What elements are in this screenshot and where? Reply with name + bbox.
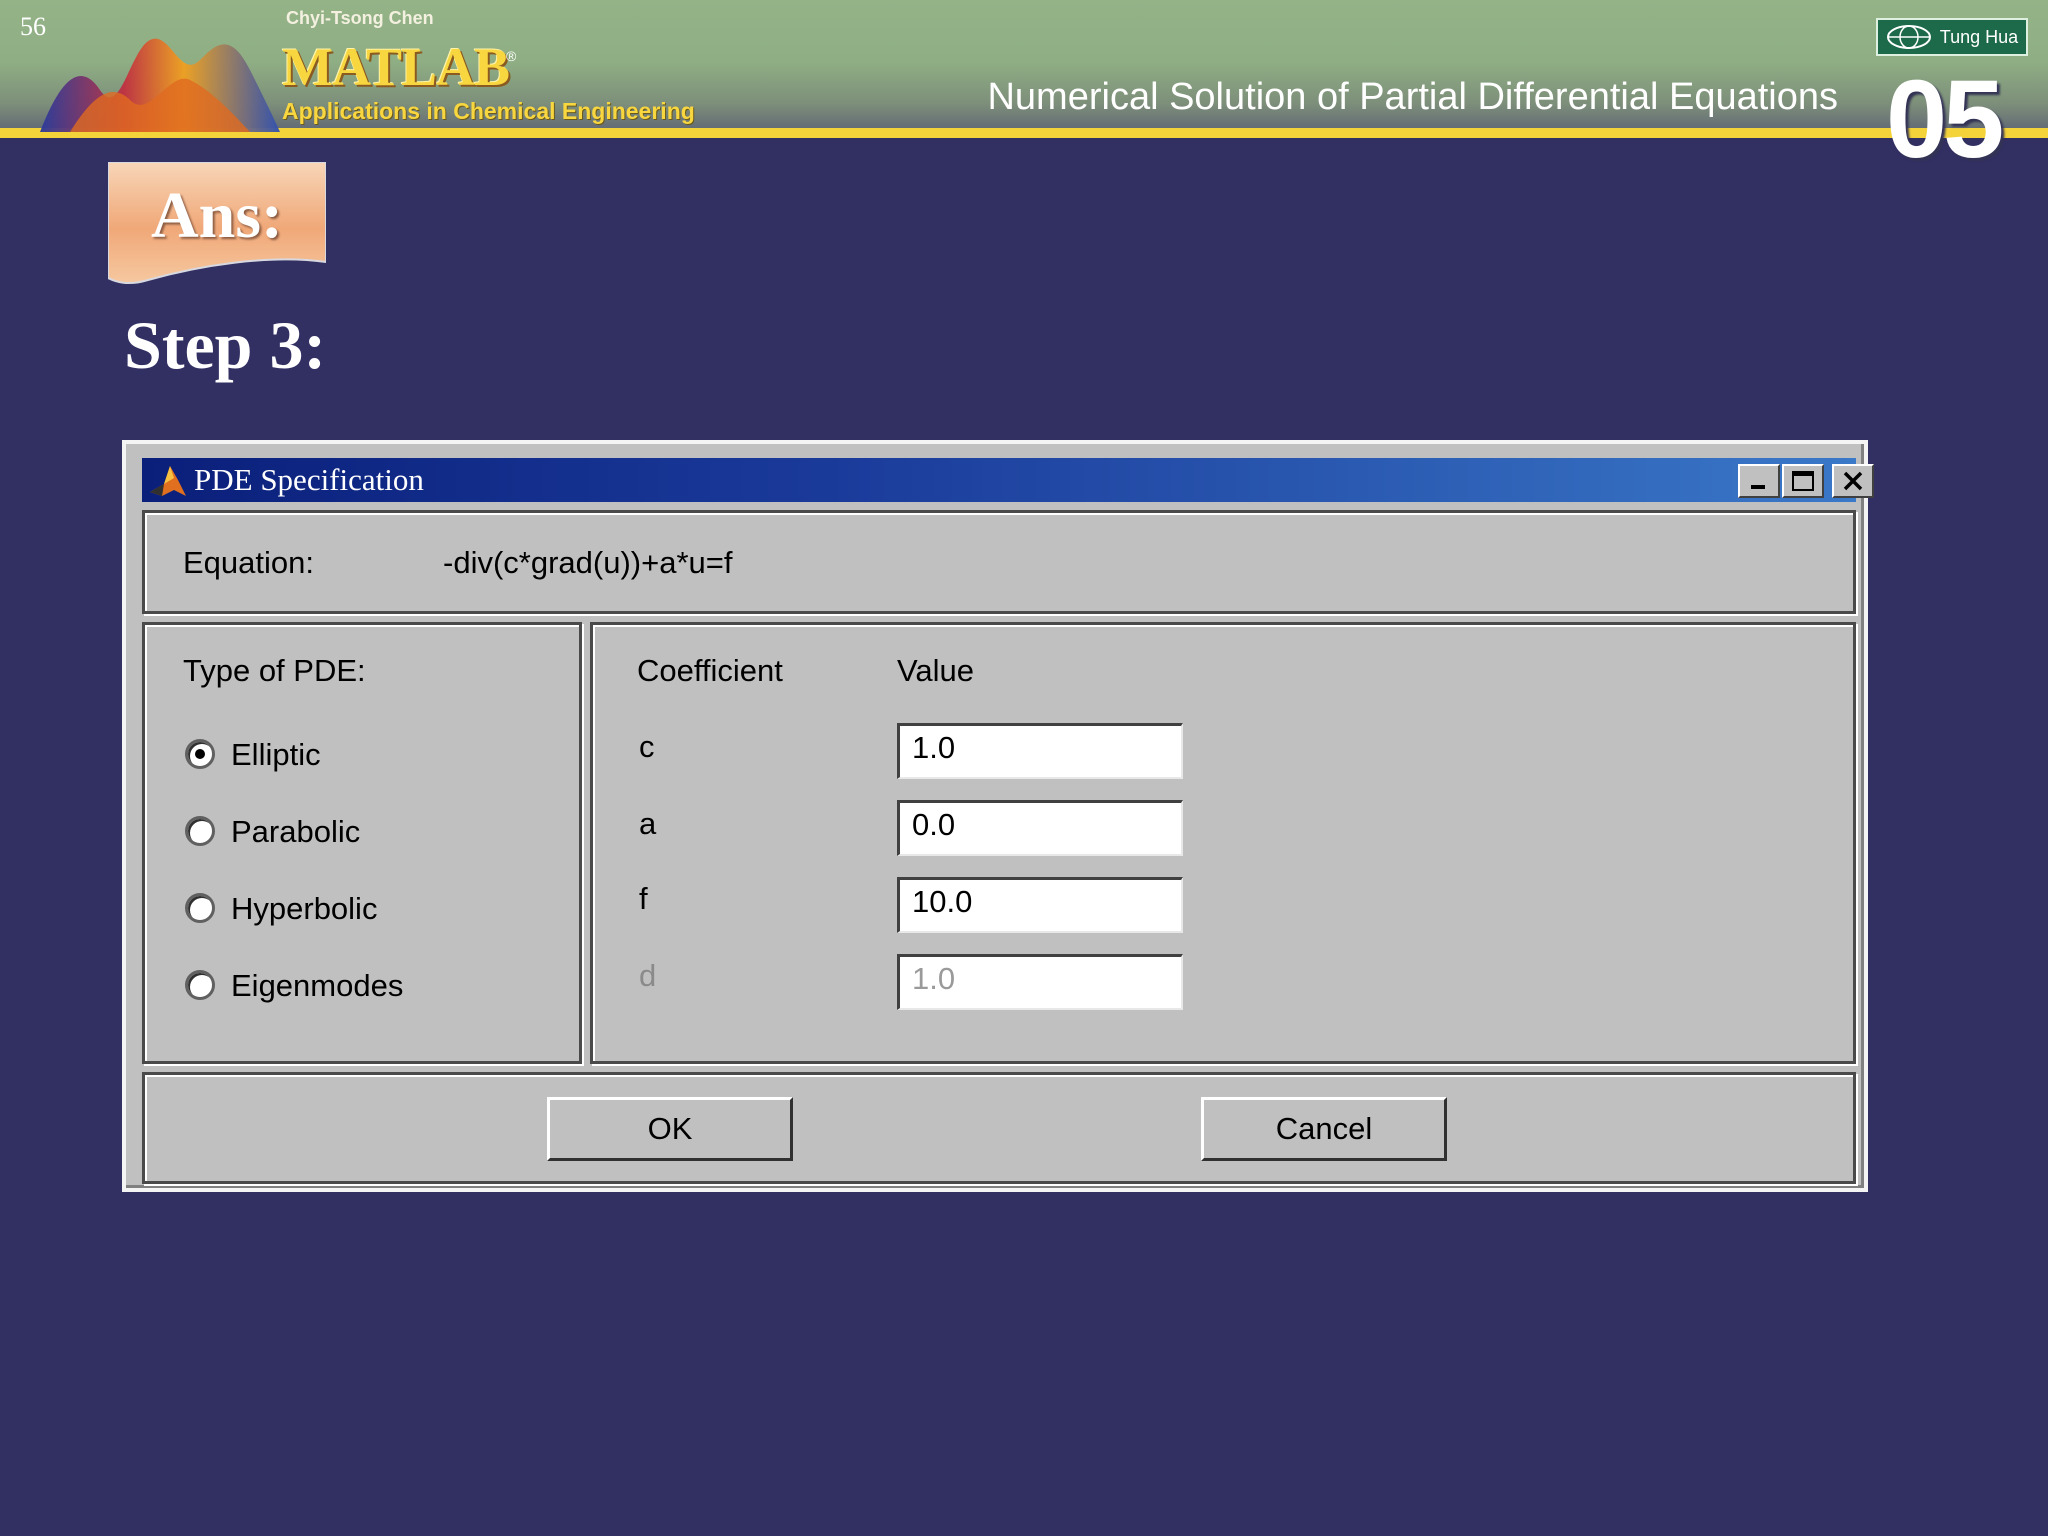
maximize-button[interactable] xyxy=(1782,464,1824,498)
pde-type-panel: Type of PDE: Elliptic Parabolic Hyperbol… xyxy=(142,622,582,1064)
matlab-logo-icon xyxy=(150,466,186,496)
header-rule xyxy=(0,128,2048,138)
ok-button[interactable]: OK xyxy=(547,1097,793,1161)
radio-label-eigenmodes[interactable]: Eigenmodes xyxy=(231,968,403,1004)
chapter-number: 05 xyxy=(1886,58,2004,181)
button-panel: OK Cancel xyxy=(142,1072,1856,1184)
coefficient-name-a: a xyxy=(639,806,657,841)
maximize-icon xyxy=(1792,471,1814,491)
chapter-title: Numerical Solution of Partial Differenti… xyxy=(987,76,1838,118)
value-header: Value xyxy=(897,653,974,688)
publisher-name: Tung Hua xyxy=(1939,26,2019,47)
matlab-logo-text: MATLAB xyxy=(282,37,510,97)
registered-mark: ® xyxy=(506,48,517,64)
publisher-badge: Tung Hua xyxy=(1876,18,2028,56)
coefficient-panel: Coefficient Value c 1.0 a 0.0 f 10.0 d 1… xyxy=(590,622,1856,1064)
radio-hyperbolic[interactable] xyxy=(185,893,215,923)
dialog-titlebar[interactable]: PDE Specification xyxy=(142,458,1874,502)
coefficient-f-input[interactable]: 10.0 xyxy=(897,877,1183,933)
publisher-globe-icon xyxy=(1886,25,1931,49)
close-icon xyxy=(1843,471,1863,491)
equation-label: Equation: xyxy=(183,545,314,580)
radio-elliptic[interactable] xyxy=(185,739,215,769)
radio-eigenmodes[interactable] xyxy=(185,970,215,1000)
coefficient-d-input: 1.0 xyxy=(897,954,1183,1010)
cancel-button[interactable]: Cancel xyxy=(1201,1097,1447,1161)
book-subtitle: Applications in Chemical Engineering xyxy=(282,98,695,124)
coefficient-name-c: c xyxy=(639,729,655,764)
close-button[interactable] xyxy=(1832,464,1874,498)
coefficient-header: Coefficient xyxy=(637,653,783,688)
pde-type-label: Type of PDE: xyxy=(183,653,366,688)
matlab-waves-logo-icon xyxy=(40,38,280,132)
radio-label-parabolic[interactable]: Parabolic xyxy=(231,814,360,850)
coefficient-a-input[interactable]: 0.0 xyxy=(897,800,1183,856)
radio-label-elliptic[interactable]: Elliptic xyxy=(231,737,321,773)
radio-parabolic[interactable] xyxy=(185,816,215,846)
radio-label-hyperbolic[interactable]: Hyperbolic xyxy=(231,891,377,927)
step-title: Step 3: xyxy=(124,307,327,383)
radio-selected-dot xyxy=(195,749,205,759)
coefficient-name-f: f xyxy=(639,881,648,916)
minimize-icon xyxy=(1751,485,1765,489)
pde-specification-dialog: PDE Specification Equation: -div(c*grad(… xyxy=(122,440,1874,1192)
equation-panel: Equation: -div(c*grad(u))+a*u=f xyxy=(142,510,1856,614)
coefficient-c-input[interactable]: 1.0 xyxy=(897,723,1183,779)
equation-value: -div(c*grad(u))+a*u=f xyxy=(443,545,733,580)
minimize-button[interactable] xyxy=(1738,464,1780,498)
author-name: Chyi-Tsong Chen xyxy=(286,8,434,28)
ans-label: Ans: xyxy=(150,179,284,252)
dialog-title: PDE Specification xyxy=(194,462,424,497)
coefficient-name-d: d xyxy=(639,958,657,993)
